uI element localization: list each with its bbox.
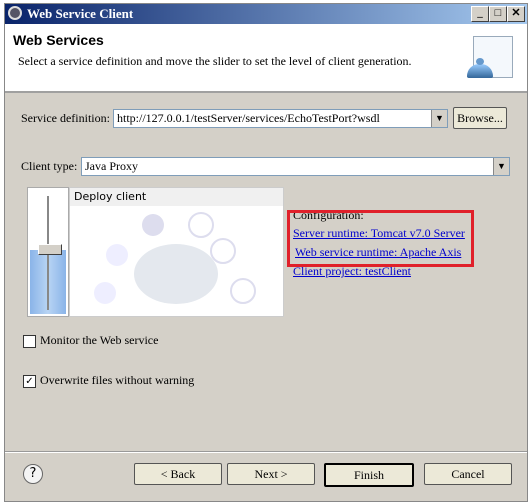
client-project-link[interactable]: Client project: testClient — [293, 264, 411, 279]
service-definition-value: http://127.0.0.1/testServer/services/Ech… — [117, 111, 380, 125]
back-button[interactable]: < Back — [134, 463, 222, 485]
server-runtime-link[interactable]: Server runtime: Tomcat v7.0 Server — [293, 226, 465, 241]
overwrite-label: Overwrite files without warning — [40, 373, 195, 387]
minimize-button[interactable]: _ — [471, 6, 489, 22]
wizard-header: Web Services Select a service definition… — [5, 24, 527, 93]
page-title: Web Services — [13, 32, 104, 48]
toolbox-icon — [94, 282, 116, 304]
next-button[interactable]: Next > — [227, 463, 315, 485]
chevron-down-icon[interactable]: ▼ — [493, 158, 509, 175]
finish-button[interactable]: Finish — [324, 463, 414, 487]
title-bar[interactable]: Web Service Client _ □ ✕ — [5, 4, 527, 24]
client-type-value: Java Proxy — [85, 159, 138, 173]
deploy-preview-panel: Deploy client — [69, 187, 284, 317]
slider-thumb[interactable] — [38, 244, 62, 255]
monitor-label: Monitor the Web service — [40, 333, 159, 347]
maximize-button[interactable]: □ — [489, 6, 507, 22]
overwrite-checkbox[interactable]: ✓ — [23, 375, 36, 388]
dialog-window: Web Service Client _ □ ✕ Web Services Se… — [4, 3, 528, 502]
web-service-bell-icon — [467, 36, 513, 86]
close-button[interactable]: ✕ — [507, 6, 525, 22]
service-definition-label: Service definition: — [21, 111, 110, 125]
document-icon — [230, 278, 256, 304]
separator — [5, 451, 527, 453]
component-icon — [106, 244, 128, 266]
browse-button[interactable]: Browse... — [453, 107, 507, 129]
run-icon — [210, 238, 236, 264]
gear-icon — [8, 6, 22, 20]
web-service-runtime-link[interactable]: Web service runtime: Apache Axis — [295, 245, 461, 260]
page-description: Select a service definition and move the… — [18, 54, 412, 68]
cancel-button[interactable]: Cancel — [424, 463, 512, 485]
service-definition-combo[interactable]: http://127.0.0.1/testServer/services/Ech… — [113, 109, 448, 128]
preview-title: Deploy client — [74, 190, 147, 203]
help-button[interactable]: ? — [23, 464, 43, 484]
client-type-label: Client type: — [21, 159, 78, 173]
globe-run-icon — [142, 214, 164, 236]
monitor-checkbox[interactable] — [23, 335, 36, 348]
chevron-down-icon[interactable]: ▼ — [431, 110, 447, 127]
server-icon — [188, 212, 214, 238]
client-type-combo[interactable]: Java Proxy ▼ — [81, 157, 510, 176]
generation-level-slider[interactable] — [27, 187, 69, 317]
window-title: Web Service Client — [27, 6, 134, 21]
